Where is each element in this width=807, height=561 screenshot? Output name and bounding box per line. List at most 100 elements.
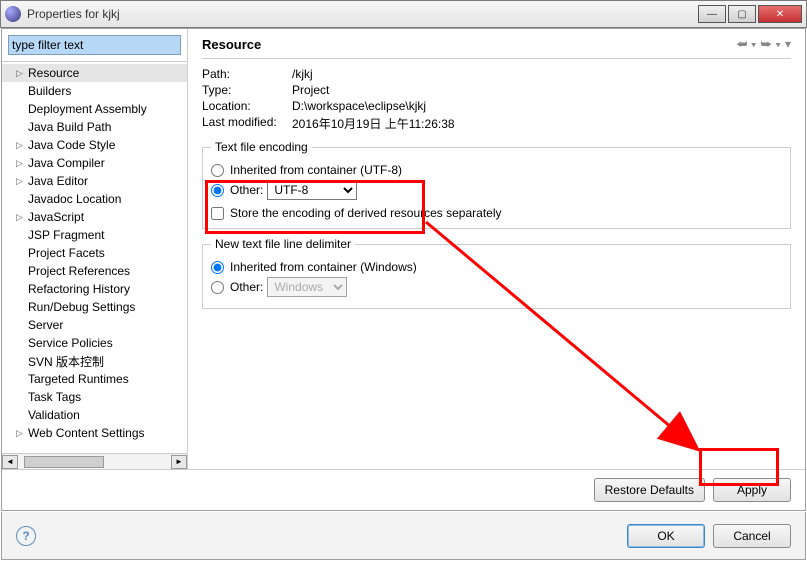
tree-item[interactable]: ▷Resource	[2, 64, 187, 82]
tree-item-label: Targeted Runtimes	[26, 372, 129, 386]
apply-button[interactable]: Apply	[713, 478, 791, 502]
tree-item[interactable]: ▷Java Editor	[2, 172, 187, 190]
page-buttons: Restore Defaults Apply	[2, 469, 805, 510]
tree-item-label: Java Editor	[26, 174, 88, 188]
prop-path: Path: /kjkj	[202, 67, 791, 81]
forward-icon[interactable]: ⮩ ▾	[761, 37, 781, 52]
maximize-button[interactable]: ▢	[728, 5, 756, 23]
dialog-footer: ? OK Cancel	[1, 512, 806, 560]
tree-item[interactable]: Server	[2, 316, 187, 334]
tree-item-label: Resource	[26, 66, 79, 80]
tree-item-label: Server	[26, 318, 63, 332]
expand-icon[interactable]: ▷	[16, 176, 26, 187]
tree-item-label: Java Build Path	[26, 120, 111, 134]
store-derived-checkbox[interactable]	[211, 207, 224, 220]
minimize-button[interactable]: —	[698, 5, 726, 23]
tree-item-label: Builders	[26, 84, 71, 98]
title-bar: Properties for kjkj — ▢ ✕	[0, 0, 807, 28]
delim-inherit-label[interactable]: Inherited from container (Windows)	[230, 260, 417, 274]
tree-item[interactable]: Validation	[2, 406, 187, 424]
encoding-select[interactable]: UTF-8	[267, 180, 357, 200]
filter-box	[8, 35, 181, 55]
scroll-left-icon[interactable]: ◄	[2, 455, 18, 469]
tree-item[interactable]: Project Facets	[2, 244, 187, 262]
path-value: /kjkj	[292, 67, 313, 81]
store-derived-label[interactable]: Store the encoding of derived resources …	[230, 206, 502, 220]
expand-icon[interactable]: ▷	[16, 428, 26, 439]
page-header: Resource ⮨ ▾ ⮩ ▾ ▾	[202, 37, 791, 59]
modified-value: 2016年10月19日 上午11:26:38	[292, 115, 455, 132]
category-pane: ▷ResourceBuildersDeployment AssemblyJava…	[2, 29, 188, 469]
encoding-other-row: Other: UTF-8	[211, 180, 782, 200]
expand-icon[interactable]: ▷	[16, 158, 26, 169]
tree-item-label: Java Code Style	[26, 138, 115, 152]
tree-item-label: JavaScript	[26, 210, 84, 224]
delimiter-group: New text file line delimiter Inherited f…	[202, 237, 791, 309]
help-icon[interactable]: ?	[16, 526, 36, 546]
delim-other-radio[interactable]	[211, 281, 224, 294]
tree-item[interactable]: Deployment Assembly	[2, 100, 187, 118]
restore-defaults-button[interactable]: Restore Defaults	[594, 478, 705, 502]
tree-item[interactable]: SVN 版本控制	[2, 352, 187, 370]
menu-icon[interactable]: ▾	[785, 37, 791, 52]
tree-item[interactable]: ▷Web Content Settings	[2, 424, 187, 442]
scroll-right-icon[interactable]: ►	[171, 455, 187, 469]
encoding-inherit-radio[interactable]	[211, 164, 224, 177]
scroll-track[interactable]	[18, 455, 171, 469]
eclipse-icon	[5, 6, 21, 22]
tree-item-label: Deployment Assembly	[26, 102, 147, 116]
tree-item[interactable]: Targeted Runtimes	[2, 370, 187, 388]
encoding-legend: Text file encoding	[211, 140, 312, 154]
window-controls: — ▢ ✕	[698, 5, 802, 23]
tree-item[interactable]: ▷Java Code Style	[2, 136, 187, 154]
tree-hscroll[interactable]: ◄ ►	[2, 453, 187, 469]
tree-item[interactable]: Project References	[2, 262, 187, 280]
tree-item-label: Project References	[26, 264, 130, 278]
tree-item-label: Validation	[26, 408, 80, 422]
category-tree[interactable]: ▷ResourceBuildersDeployment AssemblyJava…	[2, 61, 187, 453]
page-title: Resource	[202, 37, 261, 52]
close-button[interactable]: ✕	[758, 5, 802, 23]
tree-item-label: Javadoc Location	[26, 192, 121, 206]
tree-item-label: Web Content Settings	[26, 426, 145, 440]
tree-item[interactable]: Task Tags	[2, 388, 187, 406]
tree-item[interactable]: Refactoring History	[2, 280, 187, 298]
delim-inherit-radio[interactable]	[211, 261, 224, 274]
tree-item-label: Service Policies	[26, 336, 113, 350]
encoding-inherit-row: Inherited from container (UTF-8)	[211, 163, 782, 177]
tree-item[interactable]: Builders	[2, 82, 187, 100]
tree-item[interactable]: ▷JavaScript	[2, 208, 187, 226]
tree-item[interactable]: Run/Debug Settings	[2, 298, 187, 316]
tree-item-label: Project Facets	[26, 246, 105, 260]
tree-item-label: Task Tags	[26, 390, 81, 404]
encoding-other-radio[interactable]	[211, 184, 224, 197]
delim-select: Windows	[267, 277, 347, 297]
tree-item[interactable]: Service Policies	[2, 334, 187, 352]
tree-item-label: JSP Fragment	[26, 228, 104, 242]
delimiter-legend: New text file line delimiter	[211, 237, 355, 251]
filter-input[interactable]	[8, 35, 181, 55]
encoding-group: Text file encoding Inherited from contai…	[202, 140, 791, 229]
expand-icon[interactable]: ▷	[16, 212, 26, 223]
scroll-thumb[interactable]	[24, 456, 104, 468]
location-value: D:\workspace\eclipse\kjkj	[292, 99, 426, 113]
ok-button[interactable]: OK	[627, 524, 705, 548]
encoding-other-label[interactable]: Other:	[230, 183, 263, 197]
expand-icon[interactable]: ▷	[16, 140, 26, 151]
tree-item[interactable]: JSP Fragment	[2, 226, 187, 244]
modified-label: Last modified:	[202, 115, 292, 132]
path-label: Path:	[202, 67, 292, 81]
tree-item[interactable]: Javadoc Location	[2, 190, 187, 208]
type-label: Type:	[202, 83, 292, 97]
back-icon[interactable]: ⮨ ▾	[736, 37, 756, 52]
expand-icon[interactable]: ▷	[16, 68, 26, 79]
prop-modified: Last modified: 2016年10月19日 上午11:26:38	[202, 115, 791, 132]
encoding-inherit-label[interactable]: Inherited from container (UTF-8)	[230, 163, 402, 177]
tree-item-label: Run/Debug Settings	[26, 300, 135, 314]
tree-item[interactable]: Java Build Path	[2, 118, 187, 136]
delim-other-label[interactable]: Other:	[230, 280, 263, 294]
window-title: Properties for kjkj	[27, 7, 698, 21]
tree-item-label: Refactoring History	[26, 282, 130, 296]
tree-item[interactable]: ▷Java Compiler	[2, 154, 187, 172]
cancel-button[interactable]: Cancel	[713, 524, 791, 548]
